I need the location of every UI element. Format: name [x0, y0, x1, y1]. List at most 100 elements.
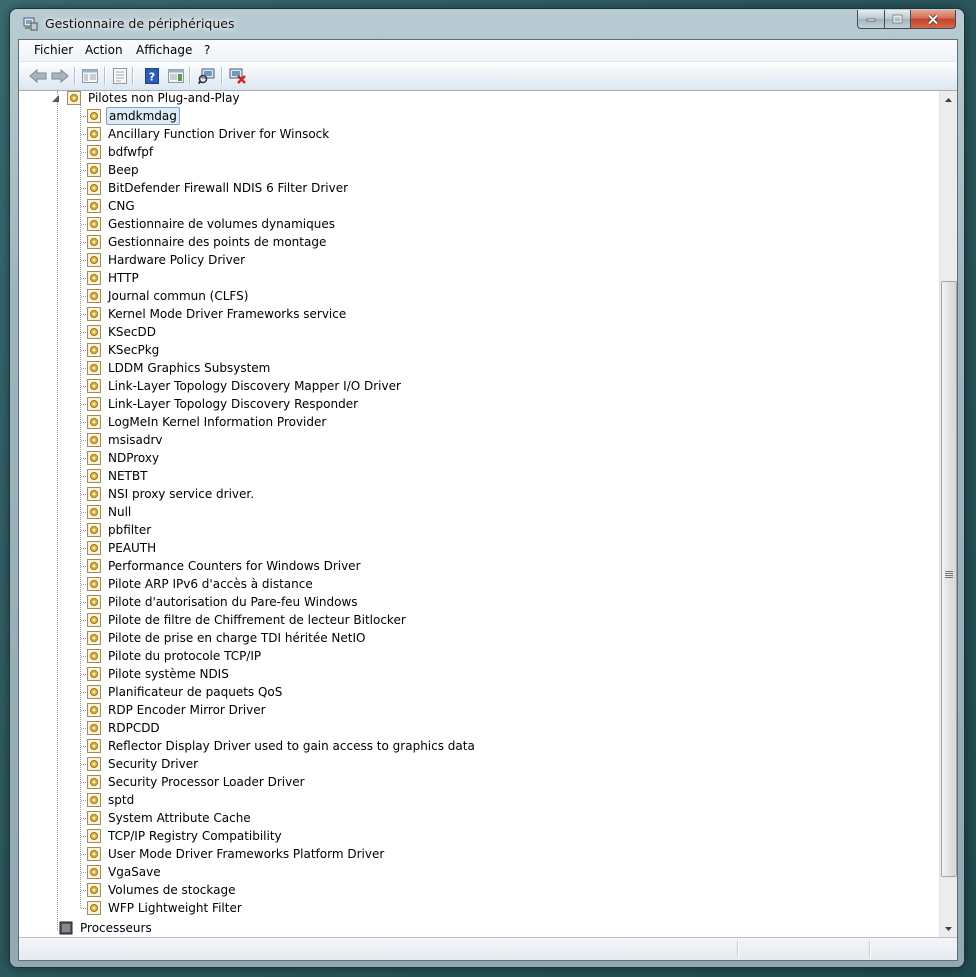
tree-node-driver[interactable]: Security Driver	[87, 755, 200, 773]
tree-node-driver[interactable]: TCP/IP Registry Compatibility	[87, 827, 284, 845]
tree-node-label: TCP/IP Registry Compatibility	[108, 829, 282, 843]
tree-node-driver[interactable]: Gestionnaire de volumes dynamiques	[87, 215, 337, 233]
forward-icon	[51, 69, 69, 83]
tree-node-driver[interactable]: User Mode Driver Frameworks Platform Dri…	[87, 845, 386, 863]
tree-node-driver[interactable]: Pilote du protocole TCP/IP	[87, 647, 263, 665]
show-hide-console-tree-button[interactable]	[80, 66, 100, 86]
properties-icon	[113, 68, 127, 84]
tree-node-driver[interactable]: Link-Layer Topology Discovery Mapper I/O…	[87, 377, 403, 395]
tree-node-driver[interactable]: RDP Encoder Mirror Driver	[87, 701, 268, 719]
menu-fichier[interactable]: Fichier	[34, 43, 73, 57]
tree-node-label: Pilotes non Plug-and-Play	[88, 91, 240, 105]
scroll-up-button[interactable]	[940, 91, 957, 108]
tree-node-driver[interactable]: Beep	[87, 161, 141, 179]
tree-node-driver[interactable]: Pilote d'autorisation du Pare-feu Window…	[87, 593, 360, 611]
tree-node-driver[interactable]: amdkmdag	[87, 107, 180, 125]
tree-node-label: LDDM Graphics Subsystem	[108, 361, 271, 375]
tree-node-driver[interactable]: Null	[87, 503, 133, 521]
driver-gear-icon	[87, 523, 101, 537]
tree-node-driver[interactable]: WFP Lightweight Filter	[87, 899, 244, 917]
tree-node-driver[interactable]: bdfwfpf	[87, 143, 155, 161]
tree-node-driver[interactable]: NSI proxy service driver.	[87, 485, 256, 503]
tree-node-label: KSecDD	[108, 325, 156, 339]
tree-node-driver[interactable]: PEAUTH	[87, 539, 158, 557]
tree-node-label: Performance Counters for Windows Driver	[108, 559, 361, 573]
tree-node-driver[interactable]: HTTP	[87, 269, 141, 287]
tree-node-label: Kernel Mode Driver Frameworks service	[108, 307, 347, 321]
tree-node-driver[interactable]: CNG	[87, 197, 137, 215]
tree-node-label: RDPCDD	[108, 721, 160, 735]
tree-node-driver[interactable]: LogMeIn Kernel Information Provider	[87, 413, 328, 431]
tree-node-driver[interactable]: Pilote de filtre de Chiffrement de lecte…	[87, 611, 408, 629]
tree-node-next-category[interactable]: Processeurs	[59, 919, 154, 937]
collapse-arrow-icon[interactable]	[51, 94, 60, 103]
driver-gear-icon	[87, 739, 101, 753]
menu-action[interactable]: Action	[85, 43, 123, 57]
tree-node-driver[interactable]: Reflector Display Driver used to gain ac…	[87, 737, 477, 755]
tree-node-driver[interactable]: Link-Layer Topology Discovery Responder	[87, 395, 360, 413]
forward-button[interactable]	[50, 66, 70, 86]
tree-node-driver[interactable]: NETBT	[87, 467, 149, 485]
tree-node-driver[interactable]: Pilote système NDIS	[87, 665, 231, 683]
maximize-button[interactable]	[885, 10, 911, 29]
tree-node-driver[interactable]: Volumes de stockage	[87, 881, 238, 899]
tree-node-driver[interactable]: LDDM Graphics Subsystem	[87, 359, 272, 377]
tree-node-driver[interactable]: Performance Counters for Windows Driver	[87, 557, 363, 575]
tree-node-driver[interactable]: Journal commun (CLFS)	[87, 287, 250, 305]
tree-node-driver[interactable]: Gestionnaire des points de montage	[87, 233, 328, 251]
scan-hardware-icon	[198, 68, 215, 84]
driver-gear-icon	[87, 379, 101, 393]
tree-node-driver[interactable]: RDPCDD	[87, 719, 162, 737]
driver-gear-icon	[87, 793, 101, 807]
tree-node-driver[interactable]: Ancillary Function Driver for Winsock	[87, 125, 331, 143]
action-pane-button[interactable]	[166, 66, 186, 86]
tree-node-driver[interactable]: Kernel Mode Driver Frameworks service	[87, 305, 348, 323]
tree-node-driver[interactable]: pbfilter	[87, 521, 153, 539]
tree-node-label: VgaSave	[108, 865, 161, 879]
close-button[interactable]	[911, 10, 956, 29]
menu-affichage[interactable]: Affichage	[136, 43, 192, 57]
tree-node-driver[interactable]: sptd	[87, 791, 136, 809]
menu-help[interactable]: ?	[204, 43, 210, 57]
status-bar	[19, 937, 957, 960]
scroll-down-button[interactable]	[940, 920, 957, 937]
tree-node-driver[interactable]: System Attribute Cache	[87, 809, 253, 827]
tree-node-driver[interactable]: Hardware Policy Driver	[87, 251, 247, 269]
device-tree[interactable]: Pilotes non Plug-and-Play amdkmdag Ancill…	[19, 91, 939, 937]
title-bar[interactable]: Gestionnaire de périphériques	[10, 9, 964, 39]
scroll-thumb[interactable]	[941, 281, 957, 877]
driver-gear-icon	[87, 433, 101, 447]
tree-node-driver[interactable]: BitDefender Firewall NDIS 6 Filter Drive…	[87, 179, 350, 197]
back-button[interactable]	[28, 66, 48, 86]
driver-gear-icon	[87, 631, 101, 645]
tree-node-driver[interactable]: NDProxy	[87, 449, 161, 467]
driver-gear-icon	[87, 685, 101, 699]
tree-node-driver[interactable]: KSecPkg	[87, 341, 161, 359]
tree-node-label: HTTP	[108, 271, 139, 285]
driver-gear-icon	[87, 469, 101, 483]
tree-node-driver[interactable]: Security Processor Loader Driver	[87, 773, 307, 791]
tree-node-driver[interactable]: KSecDD	[87, 323, 158, 341]
tree-node-category[interactable]: Pilotes non Plug-and-Play	[67, 91, 242, 107]
tree-node-driver[interactable]: Pilote de prise en charge TDI héritée Ne…	[87, 629, 367, 647]
driver-gear-icon	[87, 775, 101, 789]
scan-hardware-button[interactable]	[197, 66, 217, 86]
svg-text:?: ?	[149, 71, 155, 84]
driver-gear-icon	[87, 541, 101, 555]
properties-button[interactable]	[110, 66, 130, 86]
tree-node-driver[interactable]: VgaSave	[87, 863, 163, 881]
driver-gear-icon	[87, 235, 101, 249]
driver-gear-icon	[87, 451, 101, 465]
uninstall-device-button[interactable]	[228, 66, 248, 86]
vertical-scrollbar[interactable]	[939, 91, 957, 937]
device-manager-app-icon	[23, 17, 38, 31]
driver-gear-icon	[87, 847, 101, 861]
driver-gear-icon	[87, 109, 101, 123]
help-button[interactable]: ?	[142, 66, 162, 86]
driver-gear-icon	[87, 271, 101, 285]
tree-node-driver[interactable]: Planificateur de paquets QoS	[87, 683, 284, 701]
status-panel	[737, 941, 739, 957]
tree-node-driver[interactable]: Pilote ARP IPv6 d'accès à distance	[87, 575, 315, 593]
minimize-button[interactable]	[857, 10, 885, 29]
tree-node-driver[interactable]: msisadrv	[87, 431, 165, 449]
